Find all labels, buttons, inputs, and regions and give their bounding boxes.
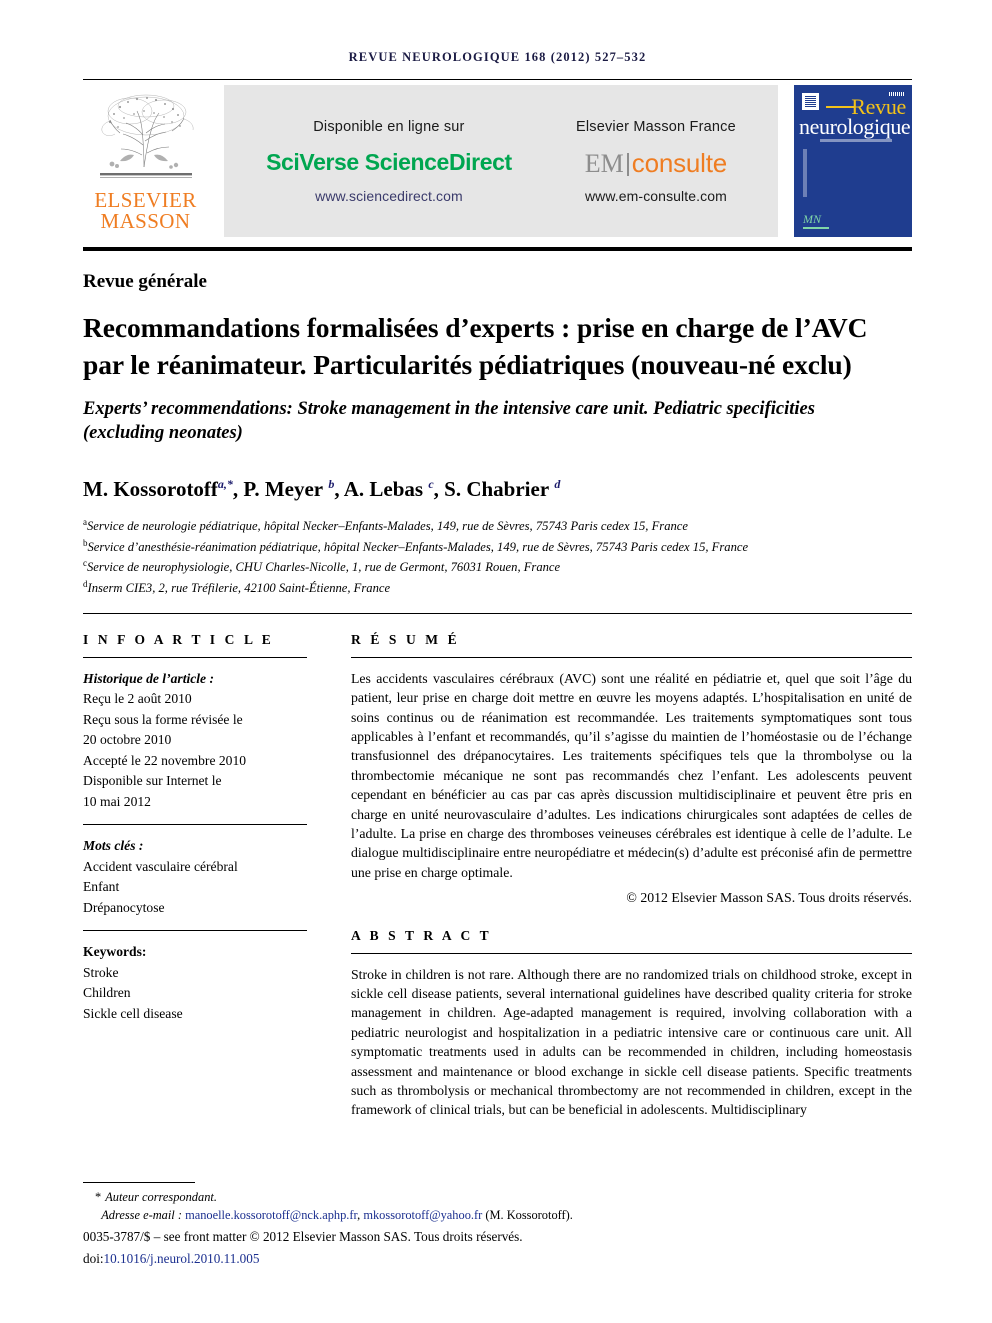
issn-line: 0035-3787/$ – see front matter © 2012 El… xyxy=(83,1229,523,1244)
column-gutter xyxy=(307,632,351,1120)
affiliation-text: Inserm CIE3, 2, rue Tréfilerie, 42100 Sa… xyxy=(87,581,391,596)
title-block-rule xyxy=(83,612,912,614)
emconsulte-logo-consulte: consulte xyxy=(631,147,728,178)
page-content: REVUE NEUROLOGIQUE 168 (2012) 527–532 EL… xyxy=(83,0,912,1120)
corresponding-author-note: * Auteur correspondant. xyxy=(83,1189,912,1207)
author-name: A. Lebas xyxy=(343,477,424,501)
journal-cover-thumbnail: Revue neurologique MN xyxy=(794,85,912,237)
emconsulte-logo-divider xyxy=(626,152,629,176)
author-list: M. Kossorotoffa,*, P. Meyer b, A. Lebas … xyxy=(83,477,561,501)
abstract-heading: A B S T R A C T xyxy=(351,927,492,943)
cover-rule-icon xyxy=(826,106,854,108)
keyword-fr-item: Accident vasculaire cérébral xyxy=(83,858,238,874)
emconsulte-url[interactable]: www.em-consulte.com xyxy=(576,188,736,204)
resume-copyright: © 2012 Elsevier Masson SAS. Tous droits … xyxy=(626,890,912,906)
elsevier-tree-icon xyxy=(99,94,193,178)
keywords-en-rule xyxy=(83,930,307,932)
cover-imprint-mark: MN xyxy=(803,212,821,226)
sciencedirect-label: Disponible en ligne sur xyxy=(313,118,465,135)
keyword-en-item: Stroke xyxy=(83,964,119,980)
affiliation-item: dInserm CIE3, 2, rue Tréfilerie, 42100 S… xyxy=(83,576,912,597)
footnote-separator-rule xyxy=(83,1182,195,1183)
keyword-fr-item: Enfant xyxy=(83,879,120,895)
email-note: Adresse e-mail : manoelle.kossorotoff@nc… xyxy=(83,1207,912,1225)
author-affiliation-mark: b xyxy=(328,477,335,491)
affiliation-item: bService d’anesthésie-réanimation pédiat… xyxy=(83,535,912,556)
history-line: 10 mai 2012 xyxy=(83,793,151,809)
emconsulte-block: Elsevier Masson France EM consulte www.em… xyxy=(568,119,744,204)
abstract-text: Stroke in children is not rare. Although… xyxy=(351,966,912,1118)
doi-prefix: doi: xyxy=(83,1251,104,1266)
running-head: REVUE NEUROLOGIQUE 168 (2012) 527–532 xyxy=(348,50,647,64)
affiliation-text: Service de neurologie pédiatrique, hôpit… xyxy=(87,519,688,534)
cover-imprint-rule xyxy=(803,227,829,229)
affiliation-item: aService de neurologie pédiatrique, hôpi… xyxy=(83,514,912,535)
author-affiliation-mark: a,* xyxy=(217,477,233,491)
cover-subtitle-rule xyxy=(820,139,892,142)
email-label: Adresse e-mail : xyxy=(101,1207,182,1222)
abstract-rule xyxy=(351,952,912,954)
info-article-rule xyxy=(83,656,307,658)
email-link-secondary[interactable]: mkossorotoff@yahoo.fr xyxy=(363,1208,482,1222)
emconsulte-label: Elsevier Masson France xyxy=(575,118,736,135)
email-link-primary[interactable]: manoelle.kossorotoff@nck.aphp.fr xyxy=(185,1208,357,1222)
abstract-column: R É S U M É Les accidents vasculaires cé… xyxy=(351,632,912,1120)
keyword-fr-item: Drépanocytose xyxy=(83,899,165,915)
info-article-column: I N F O A R T I C L E Historique de l’ar… xyxy=(83,632,307,1120)
corresponding-author-marker: * xyxy=(95,1190,102,1204)
affiliation-text: Service d’anesthésie-réanimation pédiatr… xyxy=(87,539,749,554)
sciencedirect-logo: SciVerse ScienceDirect xyxy=(266,148,512,175)
emconsulte-logo: EM consulte xyxy=(576,149,736,178)
elsevier-masson-logo: ELSEVIER MASSON xyxy=(83,85,208,237)
corresponding-author-label: Auteur correspondant. xyxy=(105,1190,217,1204)
resume-text: Les accidents vasculaires cérébraux (AVC… xyxy=(351,670,912,880)
author-name: S. Chabrier xyxy=(444,477,550,501)
resume-heading: R É S U M É xyxy=(351,631,460,647)
header-rule xyxy=(83,79,912,80)
keyword-en-item: Children xyxy=(83,985,131,1001)
doi-link[interactable]: 10.1016/j.neurol.2010.11.005 xyxy=(104,1251,260,1266)
affiliation-list: aService de neurologie pédiatrique, hôpi… xyxy=(83,514,912,597)
info-article-heading: I N F O A R T I C L E xyxy=(83,631,274,647)
history-label: Historique de l’article : xyxy=(83,670,215,686)
cover-spine-text xyxy=(803,149,807,197)
elsevier-masson-wordmark: ELSEVIER MASSON xyxy=(94,190,196,232)
keywords-en-label: Keywords: xyxy=(83,944,147,960)
author-name: M. Kossorotoff xyxy=(83,477,218,501)
article-title-en: Experts’ recommendations: Stroke managem… xyxy=(83,399,815,443)
history-line: Accepté le 22 novembre 2010 xyxy=(83,752,247,768)
history-line: 20 octobre 2010 xyxy=(83,732,172,748)
masthead-rule xyxy=(83,247,912,251)
masthead: ELSEVIER MASSON Disponible en ligne sur … xyxy=(83,85,912,237)
article-title-fr: Recommandations formalisées d’experts : … xyxy=(83,312,868,380)
resume-rule xyxy=(351,656,912,658)
history-line: Reçu le 2 août 2010 xyxy=(83,691,192,707)
elsevier-wordmark-line1: ELSEVIER xyxy=(94,188,197,212)
keywords-fr-label: Mots clés : xyxy=(83,838,144,854)
emconsulte-logo-em: EM xyxy=(584,148,624,178)
sciencedirect-url[interactable]: www.sciencedirect.com xyxy=(266,188,512,204)
abstract-heading-wrap: A B S T R A C T Stroke in children is no… xyxy=(351,928,912,1120)
keyword-en-item: Sickle cell disease xyxy=(83,1005,183,1021)
author-name: P. Meyer xyxy=(243,477,324,501)
keywords-fr-rule xyxy=(83,824,307,826)
elsevier-wordmark-line2: MASSON xyxy=(100,209,191,233)
availability-banner: Disponible en ligne sur SciVerse Science… xyxy=(224,85,778,237)
abstract-columns: I N F O A R T I C L E Historique de l’ar… xyxy=(83,632,912,1120)
history-line: Reçu sous la forme révisée le xyxy=(83,711,243,727)
article-type-label: Revue générale xyxy=(83,271,207,292)
email-attribution: (M. Kossorotoff). xyxy=(485,1207,573,1222)
affiliation-text: Service de neurophysiologie, CHU Charles… xyxy=(87,560,561,575)
cover-title-line2: neurologique xyxy=(799,114,911,139)
author-affiliation-mark: c xyxy=(428,477,434,491)
cover-publisher-icon xyxy=(802,93,819,110)
page-footer: * Auteur correspondant. Adresse e-mail : … xyxy=(83,1182,912,1268)
history-line: Disponible sur Internet le xyxy=(83,773,222,789)
doi-line: doi:10.1016/j.neurol.2010.11.005 xyxy=(83,1250,912,1268)
article-first-page: REVUE NEUROLOGIQUE 168 (2012) 527–532 EL… xyxy=(0,0,992,1323)
author-affiliation-mark: d xyxy=(554,477,561,491)
affiliation-item: cService de neurophysiologie, CHU Charle… xyxy=(83,555,912,576)
sciencedirect-block: Disponible en ligne sur SciVerse Science… xyxy=(258,119,520,204)
